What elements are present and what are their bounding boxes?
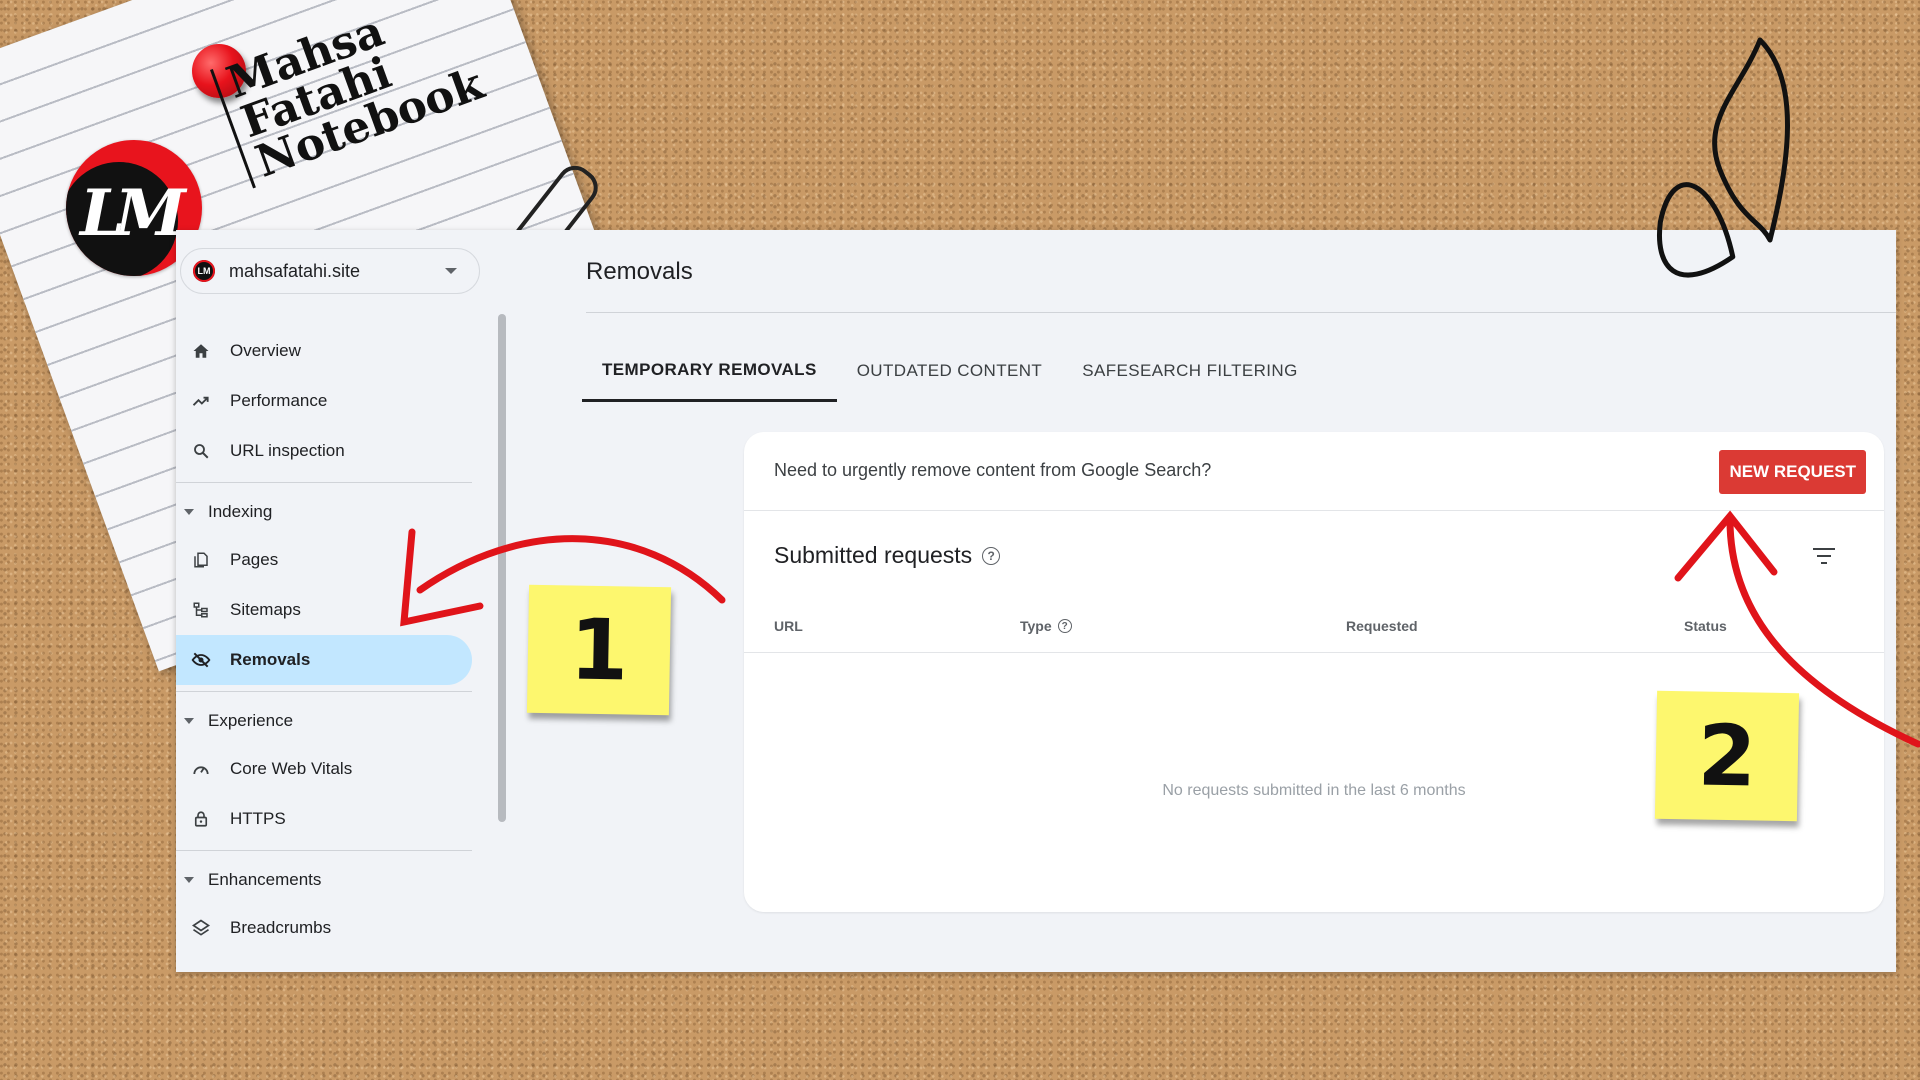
red-arrow-1 [400, 528, 726, 627]
hearts-doodle-icon [1657, 37, 1790, 278]
red-arrow-2 [1674, 510, 1920, 748]
annotation-drawings [400, 37, 1920, 748]
